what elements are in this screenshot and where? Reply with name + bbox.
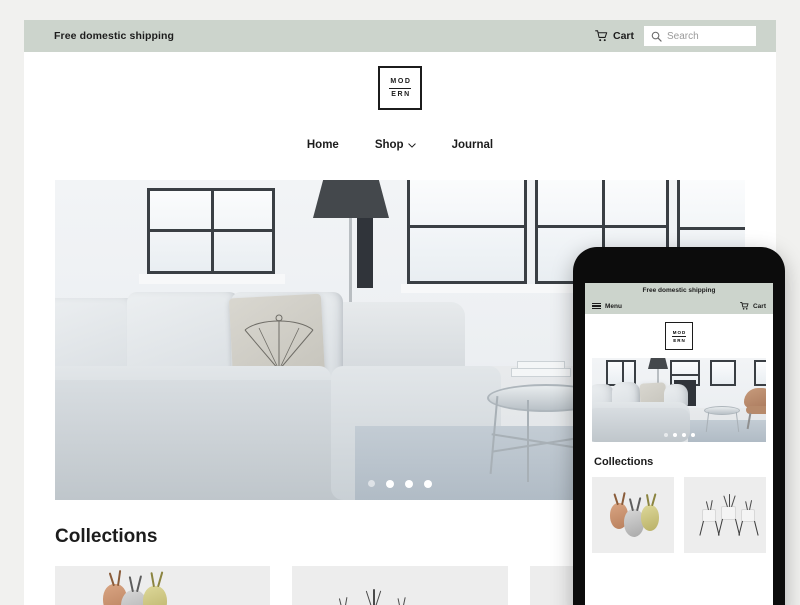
mobile-screen: Free domestic shipping Menu Cart MOD ERN… (585, 283, 773, 605)
mobile-menu-button[interactable]: Menu (592, 303, 622, 310)
logo-line-top: MOD (390, 77, 412, 85)
main-navigation: Home Shop Journal (24, 124, 776, 166)
nav-label-shop: Shop (374, 139, 404, 151)
site-logo-area: MOD ERN (24, 52, 776, 124)
slideshow-dot-3[interactable] (405, 480, 413, 488)
mobile-hero-image (592, 358, 766, 442)
collection-tile-plant-pots[interactable] (292, 566, 508, 605)
mobile-site-logo[interactable]: MOD ERN (665, 322, 693, 350)
mobile-announcement-text: Free domestic shipping (642, 287, 716, 294)
search-icon (651, 31, 662, 42)
search-field[interactable]: Search (644, 26, 756, 46)
cart-link[interactable]: Cart (595, 30, 634, 42)
nav-label-journal: Journal (451, 139, 494, 151)
slideshow-dot-1[interactable] (368, 480, 375, 487)
chevron-down-icon (407, 142, 416, 148)
collection-tile-pineapples[interactable] (55, 566, 271, 605)
mobile-cart-button[interactable]: Cart (740, 302, 766, 310)
mobile-logo-line-bottom: ERN (673, 337, 686, 343)
announcement-actions: Cart Search (595, 20, 756, 52)
mobile-hero-slideshow[interactable] (592, 358, 766, 442)
announcement-text: Free domestic shipping (54, 30, 175, 42)
nav-item-journal[interactable]: Journal (452, 139, 494, 151)
mobile-logo-line-top: MOD (672, 329, 687, 335)
nav-item-home[interactable]: Home (307, 139, 339, 151)
mobile-slideshow-dot-4[interactable] (690, 433, 695, 437)
slideshow-dot-2[interactable] (386, 480, 394, 488)
mobile-header-bar: Menu Cart (585, 298, 773, 314)
mobile-slideshow-dot-3[interactable] (681, 433, 686, 437)
nav-label-home: Home (306, 139, 339, 151)
hamburger-icon (592, 302, 601, 310)
mobile-collection-tile-pineapples[interactable] (592, 477, 674, 553)
mobile-slideshow-dot-2[interactable] (672, 433, 677, 437)
logo-divider (389, 87, 411, 89)
mobile-device-mockup: Free domestic shipping Menu Cart MOD ERN… (573, 247, 785, 605)
mobile-collections-grid (592, 477, 766, 553)
mobile-slideshow-dots (592, 433, 766, 437)
logo-line-bottom: ERN (391, 90, 411, 98)
cart-label: Cart (612, 30, 634, 42)
mobile-collection-tile-plant-pots[interactable] (684, 477, 766, 553)
site-logo[interactable]: MOD ERN (378, 66, 422, 110)
mobile-logo-area: MOD ERN (585, 314, 773, 358)
mobile-logo-divider (672, 335, 686, 337)
mobile-cart-label: Cart (752, 302, 766, 310)
search-placeholder: Search (667, 30, 699, 42)
mobile-collections-heading: Collections (594, 456, 654, 468)
screenshot-root: Free domestic shipping Cart Search MOD E… (0, 0, 800, 605)
slideshow-dot-4[interactable] (424, 480, 432, 488)
shopping-cart-icon (740, 302, 749, 310)
mobile-menu-label: Menu (605, 302, 622, 310)
shopping-cart-icon (595, 30, 608, 42)
announcement-bar: Free domestic shipping Cart Search (24, 20, 776, 52)
mobile-announcement-bar: Free domestic shipping (585, 283, 773, 298)
nav-item-shop[interactable]: Shop (375, 139, 416, 151)
mobile-slideshow-dot-1[interactable] (663, 433, 668, 437)
